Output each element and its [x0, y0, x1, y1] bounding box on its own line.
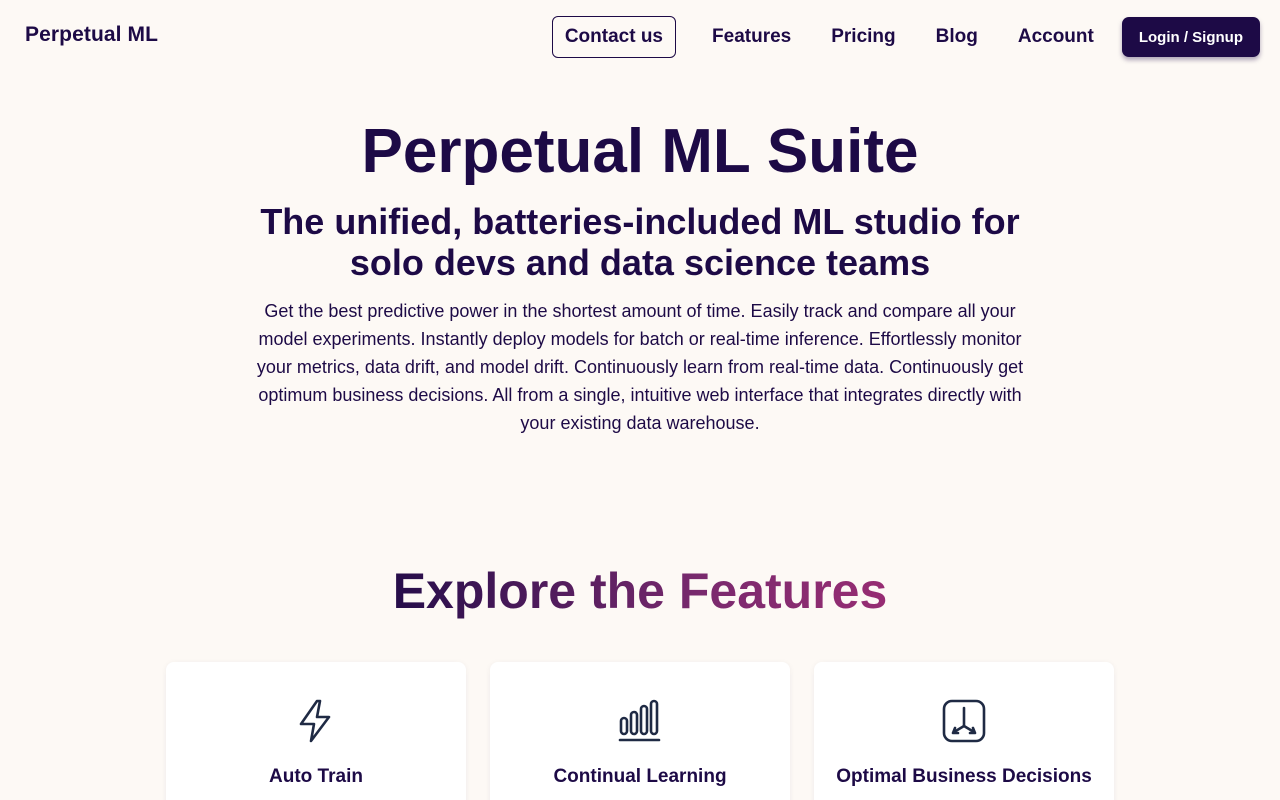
nav-link-pricing[interactable]: Pricing: [831, 26, 895, 48]
hero-description: Get the best predictive power in the sho…: [256, 301, 1024, 433]
brand-logo-text[interactable]: Perpetual ML: [25, 23, 158, 47]
contact-us-button[interactable]: Contact us: [551, 16, 677, 58]
feature-card-continual-learning[interactable]: Continual Learning: [490, 662, 790, 800]
features-heading: Explore the Features: [0, 558, 1280, 624]
nav-link-features[interactable]: Features: [712, 26, 791, 48]
landing-page: Perpetual ML Contact us Features Pricing…: [0, 0, 1280, 800]
feature-card-title: Auto Train: [269, 766, 363, 787]
lightning-icon: [293, 698, 339, 744]
bar-chart-icon: [617, 698, 663, 744]
feature-card-auto-train[interactable]: Auto Train: [166, 662, 466, 800]
login-signup-button[interactable]: Login / Signup: [1121, 17, 1260, 57]
nav-link-account[interactable]: Account: [1018, 26, 1094, 48]
nav-link-blog[interactable]: Blog: [936, 26, 978, 48]
hero-subtitle: The unified, batteries-included ML studi…: [260, 201, 1020, 283]
feature-card-title: Optimal Business Decisions: [836, 766, 1092, 787]
hero-title: Perpetual ML Suite: [361, 117, 919, 186]
main-nav: Contact us Features Pricing Blog Account…: [551, 16, 1260, 58]
top-navigation-bar: Perpetual ML Contact us Features Pricing…: [0, 0, 1280, 72]
feature-card-title: Continual Learning: [553, 766, 727, 787]
feature-card-optimal-business-decisions[interactable]: Optimal Business Decisions: [814, 662, 1114, 800]
axes-icon: [941, 698, 987, 744]
